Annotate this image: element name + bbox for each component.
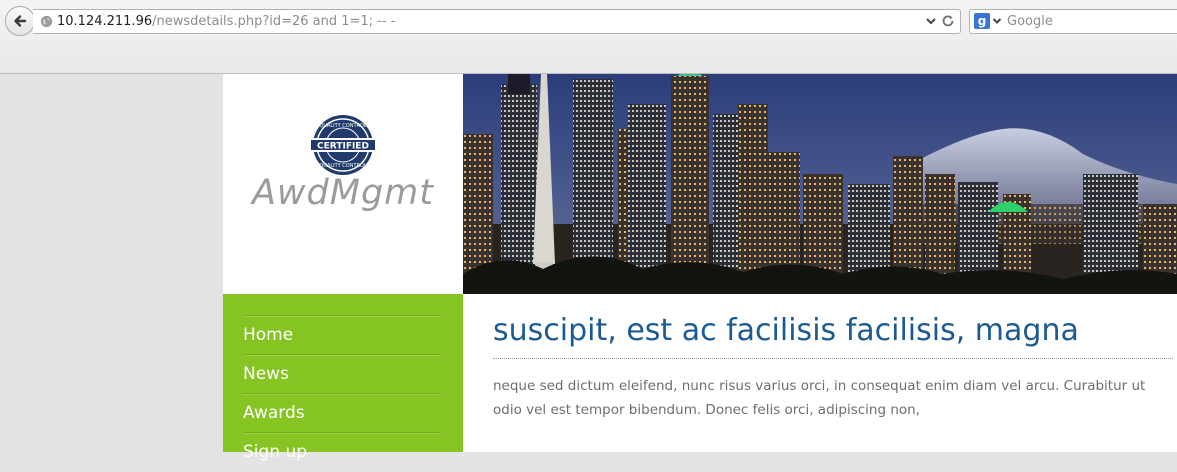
browser-toolbar: 10.124.211.96/newsdetails.php?id=26 and … (0, 0, 1177, 74)
title-divider (493, 358, 1173, 359)
city-skyline-banner (463, 74, 1177, 294)
chevron-down-icon[interactable] (992, 16, 1002, 26)
nav-item-home[interactable]: Home (243, 315, 441, 354)
url-text[interactable]: 10.124.211.96/newsdetails.php?id=26 and … (57, 14, 395, 29)
back-arrow-icon (14, 15, 27, 27)
article-content: suscipit, est ac facilisis facilisis, ma… (463, 294, 1177, 452)
article-body: neque sed dictum eleifend, nunc risus va… (493, 378, 1146, 418)
nav-item-awards[interactable]: Awards (243, 393, 441, 432)
skyline-image (463, 74, 1177, 294)
nav-item-label[interactable]: Home (243, 316, 441, 355)
url-bar[interactable]: 10.124.211.96/newsdetails.php?id=26 and … (33, 9, 961, 34)
search-engine-icon[interactable]: g (974, 13, 990, 29)
nav-list: Home News Awards Sign up (243, 315, 441, 471)
url-host: 10.124.211.96 (57, 14, 153, 29)
nav-item-news[interactable]: News (243, 354, 441, 393)
reload-icon[interactable] (941, 14, 955, 28)
certified-badge-icon: CERTIFIED QUALITY CONTROL QUALITY CONTRO… (309, 115, 377, 175)
search-placeholder: Google (1007, 14, 1053, 29)
site-logo-panel: CERTIFIED QUALITY CONTROL QUALITY CONTRO… (223, 74, 463, 294)
globe-icon (40, 15, 53, 28)
chevron-down-icon[interactable] (925, 15, 937, 27)
site-name[interactable]: AwdMgmt (223, 173, 463, 213)
main-nav: Home News Awards Sign up (223, 294, 463, 462)
badge-top-text: QUALITY CONTROL (319, 123, 367, 129)
nav-item-label[interactable]: Awards (243, 394, 441, 433)
article-title: suscipit, est ac facilisis facilisis, ma… (493, 313, 1079, 348)
nav-item-label[interactable]: News (243, 355, 441, 394)
badge-bottom-text: QUALITY CONTROL (319, 163, 367, 169)
back-button[interactable] (5, 6, 35, 36)
badge-center-text: CERTIFIED (317, 142, 369, 152)
url-path: /newsdetails.php?id=26 and 1=1; -- - (152, 14, 396, 29)
search-bar[interactable]: g Google (969, 9, 1177, 34)
nav-item-label[interactable]: Sign up (243, 433, 441, 472)
